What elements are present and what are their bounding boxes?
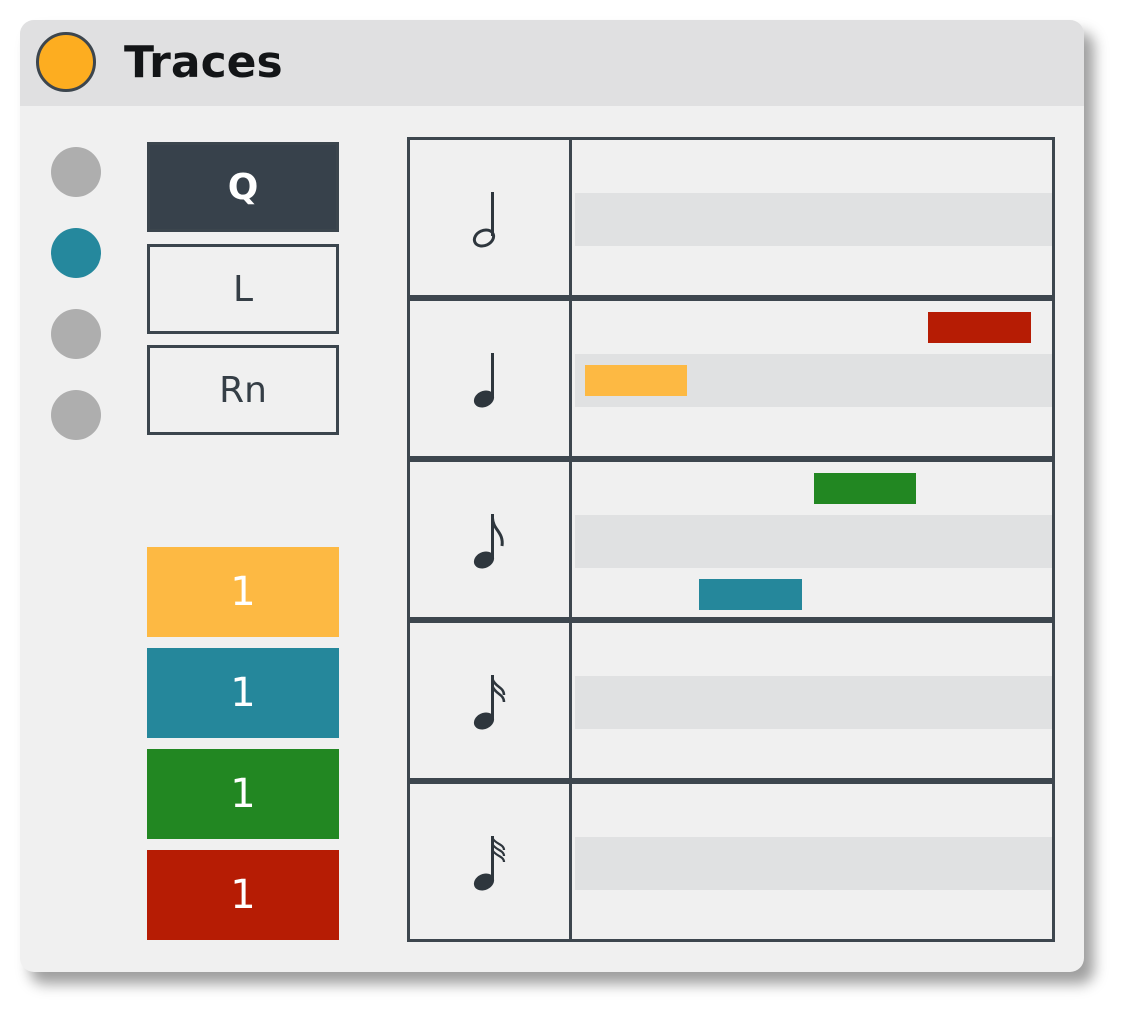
thirty-second-note-icon [469, 834, 505, 895]
note-row[interactable] [407, 781, 1055, 942]
note-lane[interactable] [575, 354, 1052, 407]
note-lane[interactable] [575, 515, 1052, 568]
mode-button-rn[interactable]: Rn [147, 345, 339, 435]
note-lane[interactable] [575, 837, 1052, 890]
note-lane[interactable] [575, 890, 1052, 943]
trace-led-1[interactable] [51, 147, 101, 197]
note-lane[interactable] [575, 246, 1052, 299]
trace-count-yellow[interactable]: 1 [147, 547, 339, 637]
note-lane[interactable] [575, 407, 1052, 460]
trace-count-label: 1 [230, 569, 256, 615]
device-power-button[interactable] [36, 32, 96, 92]
note-lane[interactable] [575, 193, 1052, 246]
mode-button-label: Q [227, 166, 259, 208]
note-cell [410, 784, 572, 939]
note-lane[interactable] [575, 676, 1052, 729]
sixteenth-note-icon [469, 673, 505, 734]
trace-bar[interactable] [813, 473, 917, 504]
note-grid[interactable] [407, 137, 1055, 945]
trace-led-2[interactable] [51, 228, 101, 278]
note-row[interactable] [407, 459, 1055, 620]
note-cell [410, 301, 572, 456]
note-lane[interactable] [575, 784, 1052, 837]
note-cell [410, 623, 572, 778]
note-cell [410, 140, 572, 295]
title-bar: Traces [20, 20, 1084, 106]
note-row[interactable] [407, 298, 1055, 459]
mode-button-label: Rn [219, 369, 267, 411]
trace-count-label: 1 [230, 872, 256, 918]
quarter-note-icon [469, 351, 498, 412]
trace-bar[interactable] [584, 365, 688, 396]
trace-bar[interactable] [699, 579, 802, 610]
eighth-note-icon [469, 512, 504, 573]
device-title: Traces [124, 37, 283, 88]
note-lane[interactable] [575, 301, 1052, 354]
mode-button-l[interactable]: L [147, 244, 339, 334]
note-lane[interactable] [575, 568, 1052, 621]
note-row[interactable] [407, 137, 1055, 298]
trace-count-red[interactable]: 1 [147, 850, 339, 940]
mode-button-label: L [232, 268, 254, 310]
note-row[interactable] [407, 620, 1055, 781]
trace-led-3[interactable] [51, 309, 101, 359]
trace-count-label: 1 [230, 771, 256, 817]
traces-device: Traces Q L Rn 1 1 1 1 [20, 20, 1084, 972]
note-cell [410, 462, 572, 617]
mode-button-q[interactable]: Q [147, 142, 339, 232]
note-lane[interactable] [575, 623, 1052, 676]
note-lane[interactable] [575, 140, 1052, 193]
trace-count-green[interactable]: 1 [147, 749, 339, 839]
note-lane[interactable] [575, 729, 1052, 782]
trace-count-teal[interactable]: 1 [147, 648, 339, 738]
trace-count-label: 1 [230, 670, 256, 716]
note-lane[interactable] [575, 462, 1052, 515]
half-note-icon [469, 190, 498, 251]
trace-bar[interactable] [927, 312, 1031, 343]
trace-led-4[interactable] [51, 390, 101, 440]
